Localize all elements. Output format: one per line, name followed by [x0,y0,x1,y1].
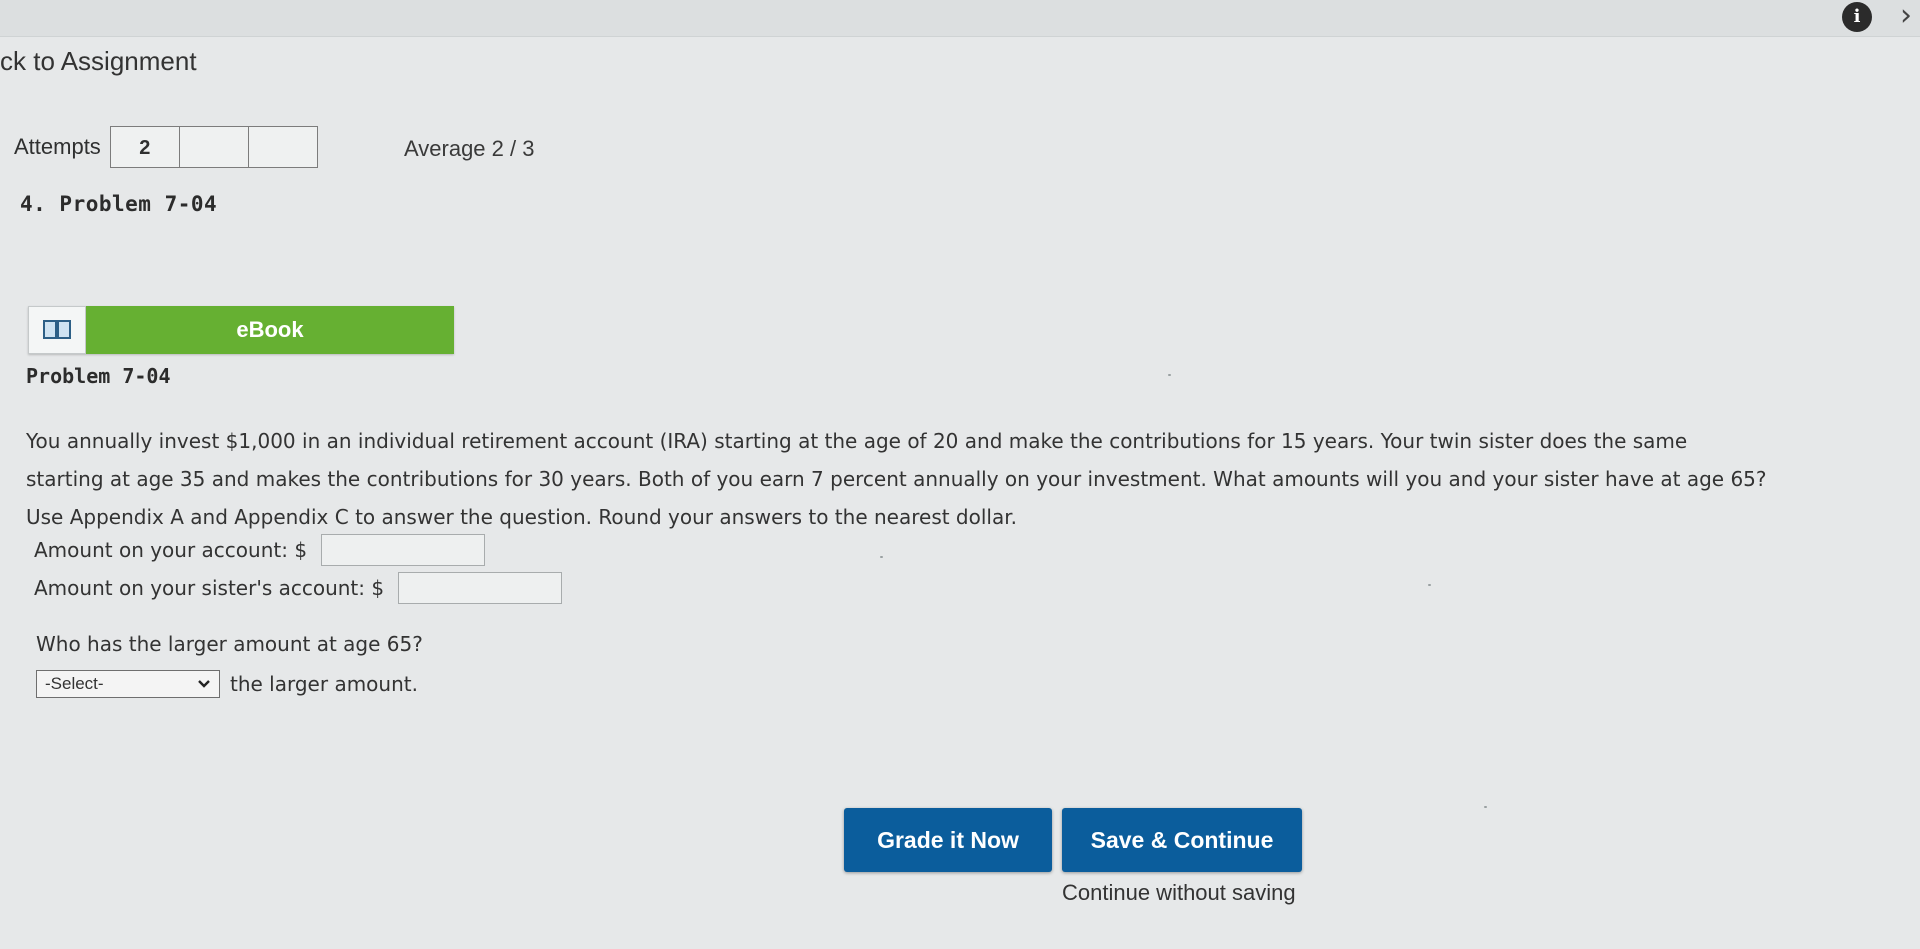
attempt-box-3 [247,126,318,168]
save-and-continue-button[interactable]: Save & Continue [1062,808,1302,872]
select-value: -Select- [45,674,104,693]
book-icon[interactable] [28,306,86,354]
screen-speck [1484,806,1487,808]
grade-it-now-button[interactable]: Grade it Now [844,808,1052,872]
continue-without-saving-link[interactable]: Continue without saving [1062,880,1296,906]
attempt-box-1: 2 [109,126,180,168]
ebook-bar: eBook [28,306,454,354]
ebook-button[interactable]: eBook [86,306,454,354]
screen-speck [1168,374,1171,376]
problem-text-line-2: starting at age 35 and makes the contrib… [26,467,1767,491]
top-toolbar: i › [0,0,1920,37]
your-account-label: Amount on your account: $ [34,538,308,562]
attempt-box-2 [178,126,249,168]
problem-text-line-3: Use Appendix A and Appendix C to answer … [26,505,1017,529]
larger-amount-row: -Select- the larger amount. [36,670,418,698]
back-to-assignment-link[interactable]: ck to Assignment [0,46,197,77]
larger-amount-question: Who has the larger amount at age 65? [36,632,423,656]
screen-speck [880,556,883,558]
your-account-input[interactable] [321,534,486,566]
problem-statement: You annually invest $1,000 in an individ… [26,422,1906,536]
attempts-label: Attempts [14,134,101,159]
larger-amount-suffix: the larger amount. [230,672,418,696]
sister-account-row: Amount on your sister's account: $ [34,572,563,604]
chevron-down-icon [198,680,210,688]
problem-title: Problem 7-04 [26,364,171,388]
close-icon[interactable]: › [1900,0,1912,34]
info-icon[interactable]: i [1842,2,1872,32]
screen-speck [1428,584,1431,586]
problem-text-line-1: You annually invest $1,000 in an individ… [26,429,1688,453]
larger-amount-select[interactable]: -Select- [36,670,220,698]
problem-heading: 4. Problem 7-04 [20,192,218,216]
attempts-tracker: Attempts 2 [14,124,318,170]
sister-account-label: Amount on your sister's account: $ [34,576,385,600]
sister-account-input[interactable] [398,572,563,604]
your-account-row: Amount on your account: $ [34,534,486,566]
average-score: Average 2 / 3 [404,136,535,161]
